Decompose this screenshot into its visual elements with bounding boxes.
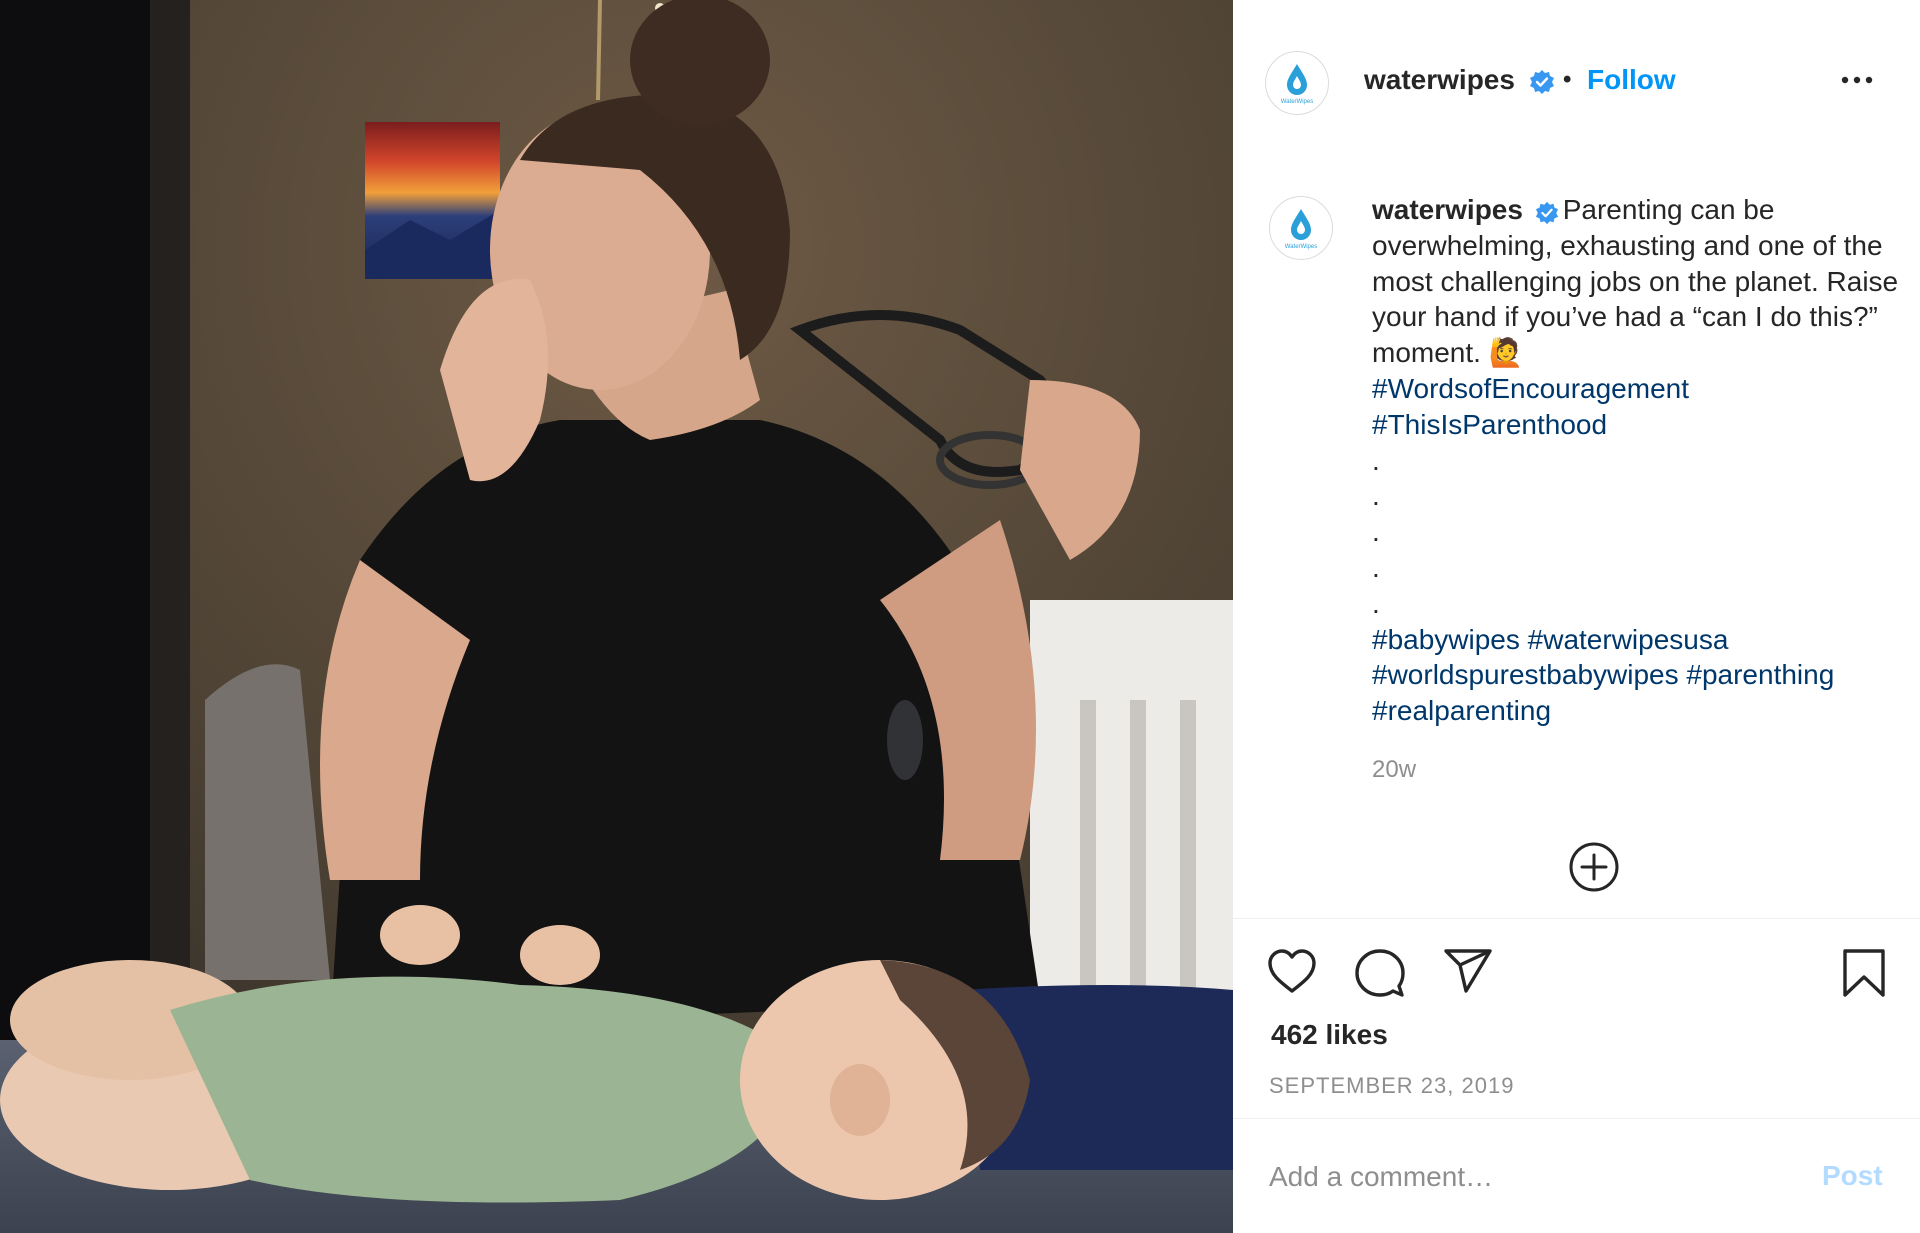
plus-circle-icon[interactable]	[1568, 841, 1620, 893]
waterwipes-logo-icon: WaterWipes	[1281, 64, 1313, 105]
caption-dot: .	[1372, 551, 1380, 583]
post-photo[interactable]	[0, 0, 1233, 1233]
paper-plane-icon[interactable]	[1443, 948, 1493, 994]
hashtag-link[interactable]: #parenthing	[1686, 659, 1834, 690]
mother-and-baby-photo	[0, 0, 1233, 1233]
post-sidebar: WaterWipes waterwipes • Follow WaterWipe…	[1233, 0, 1920, 1233]
likes-count[interactable]: 462 likes	[1271, 1019, 1388, 1051]
waterwipes-logo-icon: WaterWipes	[1285, 209, 1317, 250]
heart-icon[interactable]	[1267, 948, 1317, 994]
hashtag-link[interactable]: #babywipes	[1372, 624, 1520, 655]
profile-avatar[interactable]: WaterWipes	[1265, 51, 1329, 115]
hashtag-link[interactable]: #realparenting	[1372, 695, 1551, 726]
post-caption: waterwipes Parenting can be overwhelming…	[1372, 192, 1920, 729]
svg-text:WaterWipes: WaterWipes	[1285, 244, 1317, 250]
caption-avatar[interactable]: WaterWipes	[1269, 196, 1333, 260]
caption-username[interactable]: waterwipes	[1372, 194, 1523, 225]
caption-dot: .	[1372, 516, 1380, 548]
caption-dot: .	[1372, 444, 1380, 476]
post-date[interactable]: SEPTEMBER 23, 2019	[1269, 1073, 1514, 1099]
more-options-icon[interactable]	[1839, 70, 1875, 90]
caption-dot: .	[1372, 480, 1380, 512]
verified-badge-icon	[1535, 198, 1559, 224]
hashtag-link[interactable]: #WordsofEncouragement	[1372, 373, 1689, 404]
verified-badge-icon	[1529, 69, 1555, 95]
caption-dot: .	[1372, 587, 1380, 619]
hashtag-link[interactable]: #worldspurestbabywipes	[1372, 659, 1679, 690]
post-comment-button[interactable]: Post	[1822, 1160, 1883, 1192]
separator-dot: •	[1563, 66, 1572, 93]
hashtag-link[interactable]: #ThisIsParenthood	[1372, 409, 1607, 440]
caption-timestamp[interactable]: 20w	[1372, 756, 1416, 784]
hashtag-link[interactable]: #waterwipesusa	[1528, 624, 1729, 655]
divider	[1233, 1118, 1920, 1119]
follow-button[interactable]: Follow	[1587, 64, 1676, 96]
divider	[1233, 918, 1920, 919]
comment-icon[interactable]	[1355, 948, 1405, 998]
svg-text:WaterWipes: WaterWipes	[1281, 99, 1313, 105]
comment-input[interactable]	[1269, 1154, 1789, 1200]
username-link[interactable]: waterwipes	[1364, 64, 1515, 96]
bookmark-icon[interactable]	[1841, 948, 1887, 998]
